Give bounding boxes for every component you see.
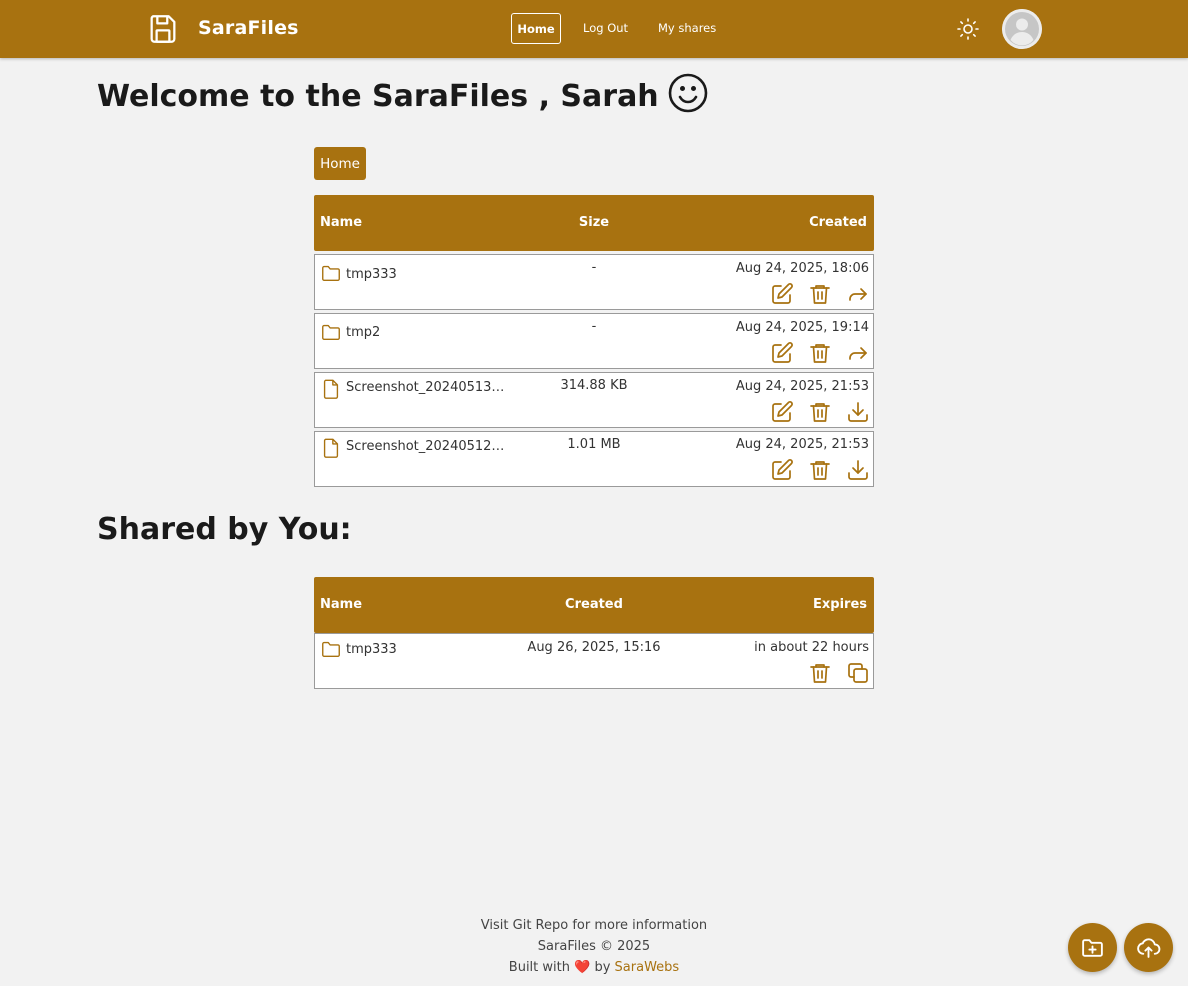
files-table: Name Size Created tmp333 - Aug 24, 2025,… bbox=[314, 195, 874, 487]
welcome-text: Welcome to the SaraFiles , Sarah bbox=[97, 78, 659, 114]
edit-icon[interactable] bbox=[770, 282, 794, 306]
file-name[interactable]: tmp333 bbox=[346, 267, 397, 282]
table-row[interactable]: tmp333 Aug 26, 2025, 15:16 in about 22 h… bbox=[314, 633, 874, 689]
footer-copyright: SaraFiles © 2025 bbox=[537, 939, 651, 954]
table-row[interactable]: Screenshot_20240513… 314.88 KB Aug 24, 2… bbox=[314, 372, 874, 428]
header-created[interactable]: Created bbox=[314, 597, 874, 612]
share-name[interactable]: tmp333 bbox=[346, 642, 397, 657]
file-name[interactable]: tmp2 bbox=[346, 325, 380, 340]
folder-icon bbox=[320, 638, 342, 660]
user-avatar-icon[interactable] bbox=[1002, 9, 1042, 49]
share-created: Aug 26, 2025, 15:16 bbox=[527, 640, 661, 655]
file-created: Aug 24, 2025, 21:53 bbox=[735, 437, 869, 452]
sun-icon[interactable] bbox=[956, 17, 980, 41]
header-size[interactable]: Size bbox=[314, 215, 874, 230]
smiley-icon bbox=[667, 72, 709, 114]
edit-icon[interactable] bbox=[770, 341, 794, 365]
folder-icon bbox=[320, 321, 342, 343]
header-created[interactable]: Created bbox=[809, 215, 867, 230]
file-size: - bbox=[591, 260, 597, 275]
shared-table-header: Name Created Expires bbox=[314, 577, 874, 633]
file-created: Aug 24, 2025, 18:06 bbox=[735, 261, 869, 276]
table-row[interactable]: tmp333 - Aug 24, 2025, 18:06 bbox=[314, 254, 874, 310]
save-icon[interactable] bbox=[146, 12, 180, 46]
new-folder-button[interactable] bbox=[1068, 923, 1117, 972]
share-icon[interactable] bbox=[846, 341, 870, 365]
nav-home-button[interactable]: Home bbox=[511, 13, 561, 44]
navbar: SaraFiles Home Log Out My shares bbox=[0, 0, 1188, 58]
header-expires[interactable]: Expires bbox=[813, 597, 867, 612]
table-row[interactable]: Screenshot_20240512… 1.01 MB Aug 24, 202… bbox=[314, 431, 874, 487]
nav-logout-link[interactable]: Log Out bbox=[583, 21, 628, 35]
download-icon[interactable] bbox=[846, 458, 870, 482]
file-name[interactable]: Screenshot_20240512… bbox=[346, 439, 504, 454]
folder-icon bbox=[320, 262, 342, 284]
trash-icon[interactable] bbox=[808, 282, 832, 306]
welcome-heading: Welcome to the SaraFiles , Sarah bbox=[97, 73, 709, 114]
trash-icon[interactable] bbox=[808, 341, 832, 365]
download-icon[interactable] bbox=[846, 400, 870, 424]
file-icon bbox=[320, 437, 342, 459]
breadcrumb-home[interactable]: Home bbox=[314, 147, 366, 180]
nav-my-shares-link[interactable]: My shares bbox=[658, 21, 716, 35]
file-size: 1.01 MB bbox=[567, 437, 621, 452]
file-size: 314.88 KB bbox=[560, 378, 628, 393]
brand-name[interactable]: SaraFiles bbox=[198, 17, 299, 39]
upload-button[interactable] bbox=[1124, 923, 1173, 972]
file-icon bbox=[320, 378, 342, 400]
shared-heading: Shared by You: bbox=[97, 512, 352, 547]
footer-built-with: Built with ❤️ by SaraWebs bbox=[0, 960, 1188, 975]
edit-icon[interactable] bbox=[770, 400, 794, 424]
file-size: - bbox=[591, 319, 597, 334]
share-icon[interactable] bbox=[846, 282, 870, 306]
built-with-text: Built with bbox=[508, 960, 570, 975]
author-link[interactable]: SaraWebs bbox=[615, 960, 680, 975]
built-by-text: by bbox=[594, 960, 611, 975]
trash-icon[interactable] bbox=[808, 458, 832, 482]
copy-icon[interactable] bbox=[846, 661, 870, 685]
file-name[interactable]: Screenshot_20240513… bbox=[346, 380, 504, 395]
edit-icon[interactable] bbox=[770, 458, 794, 482]
trash-icon[interactable] bbox=[808, 400, 832, 424]
folder-plus-icon bbox=[1082, 939, 1103, 957]
share-expires: in about 22 hours bbox=[754, 640, 869, 655]
table-row[interactable]: tmp2 - Aug 24, 2025, 19:14 bbox=[314, 313, 874, 369]
cloud-upload-icon bbox=[1137, 938, 1161, 958]
files-table-header: Name Size Created bbox=[314, 195, 874, 251]
file-created: Aug 24, 2025, 19:14 bbox=[735, 320, 869, 335]
footer-repo-link[interactable]: Visit Git Repo for more information bbox=[0, 918, 1188, 933]
heart-icon: ❤️ bbox=[574, 960, 591, 975]
trash-icon[interactable] bbox=[808, 661, 832, 685]
shared-table: Name Created Expires tmp333 Aug 26, 2025… bbox=[314, 577, 874, 689]
file-created: Aug 24, 2025, 21:53 bbox=[735, 379, 869, 394]
